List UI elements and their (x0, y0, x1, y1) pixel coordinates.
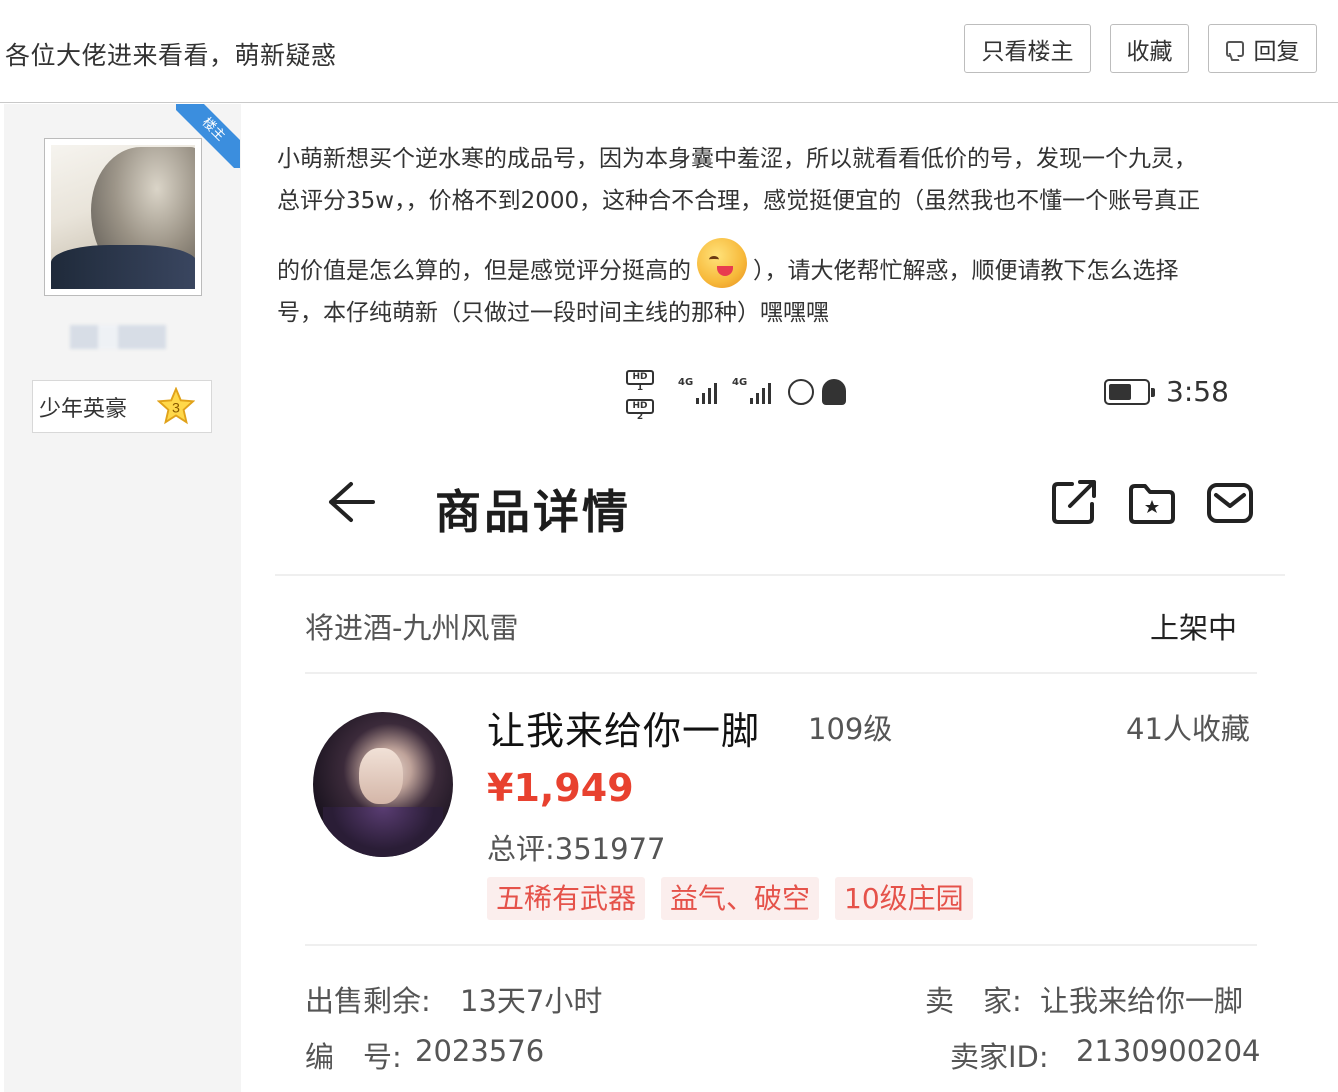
rank-level: 3 (172, 401, 180, 417)
post-line-3a: 的价值是怎么算的，但是感觉评分挺高的 (277, 258, 691, 284)
listing-number-value: 2023576 (415, 1034, 545, 1068)
only-owner-button[interactable]: 只看楼主 (964, 24, 1091, 73)
signal-2-icon (750, 383, 771, 404)
listing-status: 上架中 (1150, 611, 1238, 645)
seller-id-label: 卖家ID: (950, 1040, 1049, 1074)
remaining-time-value: 13天7小时 (460, 984, 603, 1018)
rank-title: 少年英豪 (39, 396, 128, 422)
phone-status-bar: HD 1 HD 2 4G 4G 3:58 (620, 365, 1280, 425)
back-arrow-icon[interactable] (327, 480, 377, 524)
price: ¥1,949 (487, 766, 634, 810)
network-4g-1: 4G (678, 377, 694, 388)
hd2-icon: HD 2 (626, 399, 654, 422)
post-line-3: 的价值是怎么算的，但是感觉评分挺高的 ），请大佬帮忙解惑，顺便请教下怎么选择 (277, 238, 1297, 292)
post-line-3b: ），请大佬帮忙解惑，顺便请教下怎么选择 (753, 258, 1179, 284)
notification-icon (822, 379, 846, 405)
character-name: 让我来给你一脚 (487, 709, 761, 753)
seller-value: 让我来给你一脚 (1040, 984, 1244, 1018)
favorite-count: 41人收藏 (1126, 712, 1250, 746)
seller-id-value: 2130900204 (1076, 1034, 1261, 1068)
remaining-time-label: 出售剩余: (305, 984, 431, 1018)
thread-header: 各位大佬进来看看，萌新疑惑 只看楼主 收藏 回复 (0, 0, 1338, 103)
tongue-emoji-icon (697, 238, 747, 288)
reply-button[interactable]: 回复 (1208, 24, 1317, 73)
reply-label: 回复 (1253, 38, 1300, 65)
seller-label: 卖 家: (925, 984, 1022, 1018)
tag-chip: 益气、破空 (661, 877, 820, 920)
character-level: 109级 (808, 712, 893, 746)
post-line-2: 总评分35w，，价格不到2000，这种合不合理，感觉挺便宜的（虽然我也不懂一个账… (277, 188, 1201, 214)
total-score: 总评:351977 (487, 832, 666, 866)
share-icon[interactable] (1050, 480, 1100, 526)
tag-chip: 10级庄园 (835, 877, 973, 920)
post-line-1: 小萌新想买个逆水寒的成品号，因为本身囊中羞涩，所以就看看低价的号，发现一个九灵， (277, 146, 1197, 172)
reply-icon (1225, 40, 1244, 57)
avatar-image (51, 145, 195, 289)
network-4g-2: 4G (732, 377, 748, 388)
hd1-icon: HD 1 (626, 370, 654, 393)
signal-1-icon (696, 383, 717, 404)
tag-list: 五稀有武器 益气、破空 10级庄园 (487, 877, 973, 920)
divider (305, 672, 1257, 674)
post-body: 小萌新想买个逆水寒的成品号，因为本身囊中羞涩，所以就看看低价的号，发现一个九灵，… (277, 138, 1297, 334)
app-bar: 商品详情 (275, 460, 1285, 570)
message-icon[interactable] (1205, 480, 1255, 526)
rank-star-icon: 3 (157, 387, 195, 425)
page-title: 商品详情 (435, 485, 631, 539)
server-name: 将进酒-九州风雷 (305, 611, 519, 645)
blurred-username (70, 325, 166, 349)
thread-title: 各位大佬进来看看，萌新疑惑 (5, 41, 337, 70)
app-status-icon (788, 379, 814, 405)
character-portrait[interactable] (313, 712, 453, 857)
divider (305, 944, 1257, 946)
favorite-button[interactable]: 收藏 (1110, 24, 1189, 73)
post-line-4: 号，本仔纯萌新（只做过一段时间主线的那种）嘿嘿嘿 (277, 300, 829, 326)
battery-icon (1104, 379, 1155, 405)
author-avatar[interactable] (44, 138, 202, 296)
divider (275, 574, 1285, 576)
listing-number-label: 编 号: (305, 1040, 402, 1074)
rank-box: 少年英豪 3 (32, 380, 212, 433)
status-time: 3:58 (1166, 375, 1229, 408)
tag-chip: 五稀有武器 (487, 877, 646, 920)
folder-icon[interactable] (1127, 480, 1177, 526)
